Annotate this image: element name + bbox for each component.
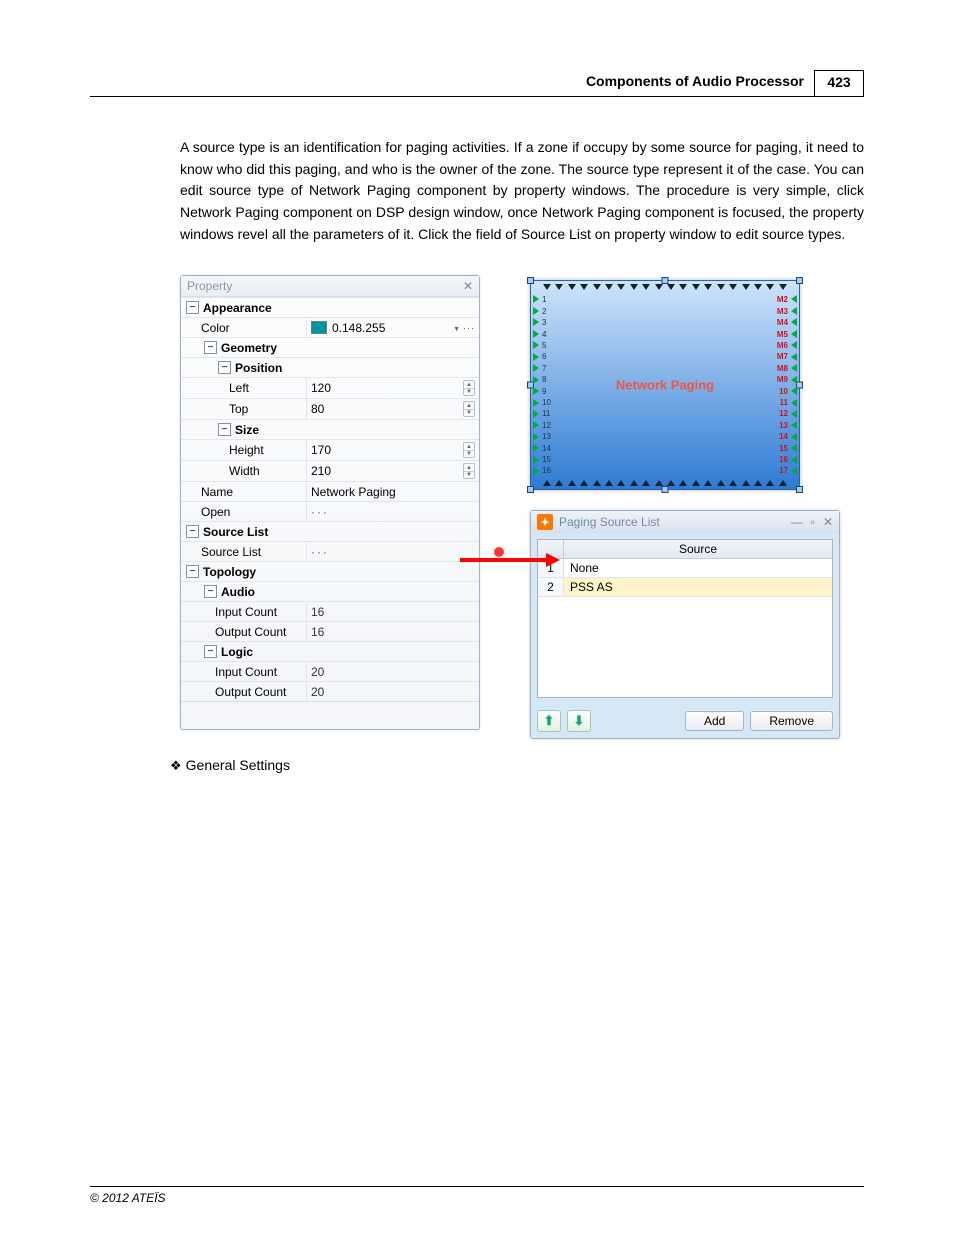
remove-button[interactable]: Remove bbox=[750, 711, 833, 731]
audio-out-label: Output Count bbox=[181, 623, 306, 641]
open-label: Open bbox=[181, 503, 306, 521]
sourcelist-label: Source List bbox=[181, 543, 306, 561]
name-value[interactable]: Network Paging bbox=[306, 483, 479, 501]
app-icon: ✦ bbox=[537, 514, 553, 530]
maximize-icon[interactable]: ▫ bbox=[811, 515, 815, 529]
section-sourcelist: Source List bbox=[203, 525, 268, 539]
logic-out-value: 20 bbox=[306, 683, 479, 701]
color-value[interactable]: 0.148.255 ··· bbox=[306, 319, 479, 337]
source-item[interactable]: PSS AS bbox=[564, 578, 832, 596]
collapse-icon[interactable]: − bbox=[186, 525, 199, 538]
section-audio: Audio bbox=[221, 585, 255, 599]
body-paragraph: A source type is an identification for p… bbox=[180, 137, 864, 245]
column-header: Source bbox=[564, 540, 832, 558]
name-label: Name bbox=[181, 483, 306, 501]
width-label: Width bbox=[181, 462, 306, 480]
subheading: ❖General Settings bbox=[170, 757, 864, 774]
section-position: Position bbox=[235, 361, 282, 375]
top-value[interactable]: 80▲▼ bbox=[306, 399, 479, 419]
minimize-icon[interactable]: — bbox=[791, 515, 803, 529]
section-logic: Logic bbox=[221, 645, 253, 659]
section-appearance: Appearance bbox=[203, 301, 272, 315]
color-label: Color bbox=[181, 319, 306, 337]
top-label: Top bbox=[181, 400, 306, 418]
source-item[interactable]: None bbox=[564, 559, 832, 577]
move-down-button[interactable]: ⬇ bbox=[567, 710, 591, 732]
collapse-icon[interactable]: − bbox=[204, 645, 217, 658]
logic-out-label: Output Count bbox=[181, 683, 306, 701]
left-label: Left bbox=[181, 379, 306, 397]
height-label: Height bbox=[181, 441, 306, 459]
section-geometry: Geometry bbox=[221, 341, 277, 355]
logic-in-value: 20 bbox=[306, 663, 479, 681]
ellipsis-icon[interactable]: ··· bbox=[463, 323, 475, 333]
close-icon[interactable]: ✕ bbox=[823, 515, 833, 529]
collapse-icon[interactable]: − bbox=[218, 423, 231, 436]
paging-source-list-dialog: ✦ Paging Source List — ▫ ✕ Source 1 bbox=[530, 510, 840, 739]
collapse-icon[interactable]: − bbox=[204, 585, 217, 598]
collapse-icon[interactable]: − bbox=[186, 565, 199, 578]
height-value[interactable]: 170▲▼ bbox=[306, 440, 479, 460]
row-number: 2 bbox=[538, 578, 564, 596]
collapse-icon[interactable]: − bbox=[186, 301, 199, 314]
section-size: Size bbox=[235, 423, 259, 437]
property-panel: Property ✕ −Appearance Color 0.148.255 ·… bbox=[180, 275, 480, 730]
network-paging-component[interactable]: 12345678910111213141516 M2M3M4M5M6M7M8M9… bbox=[530, 280, 800, 490]
left-value[interactable]: 120▲▼ bbox=[306, 378, 479, 398]
add-button[interactable]: Add bbox=[685, 711, 744, 731]
spinner[interactable]: ▲▼ bbox=[463, 442, 475, 458]
page-number: 423 bbox=[814, 70, 864, 96]
copyright: © 2012 ATEÏS bbox=[90, 1191, 864, 1205]
chevron-down-icon[interactable] bbox=[453, 323, 460, 333]
collapse-icon[interactable]: − bbox=[204, 341, 217, 354]
close-icon[interactable]: ✕ bbox=[463, 279, 473, 293]
dialog-title: Paging Source List bbox=[559, 515, 660, 529]
section-title: Components of Audio Processor bbox=[586, 70, 814, 96]
spinner[interactable]: ▲▼ bbox=[463, 401, 475, 417]
move-up-button[interactable]: ⬆ bbox=[537, 710, 561, 732]
audio-out-value: 16 bbox=[306, 623, 479, 641]
logic-in-label: Input Count bbox=[181, 663, 306, 681]
property-panel-title: Property bbox=[187, 279, 232, 293]
sourcelist-value[interactable]: ··· bbox=[306, 543, 479, 561]
bullet-icon: ❖ bbox=[170, 758, 182, 773]
color-swatch bbox=[311, 321, 327, 334]
audio-in-label: Input Count bbox=[181, 603, 306, 621]
spinner[interactable]: ▲▼ bbox=[463, 463, 475, 479]
spinner[interactable]: ▲▼ bbox=[463, 380, 475, 396]
component-label: Network Paging bbox=[531, 378, 799, 393]
audio-in-value: 16 bbox=[306, 603, 479, 621]
section-topology: Topology bbox=[203, 565, 256, 579]
open-value[interactable]: ··· bbox=[306, 503, 479, 521]
collapse-icon[interactable]: − bbox=[218, 361, 231, 374]
width-value[interactable]: 210▲▼ bbox=[306, 461, 479, 481]
arrow-annotation bbox=[460, 553, 560, 567]
